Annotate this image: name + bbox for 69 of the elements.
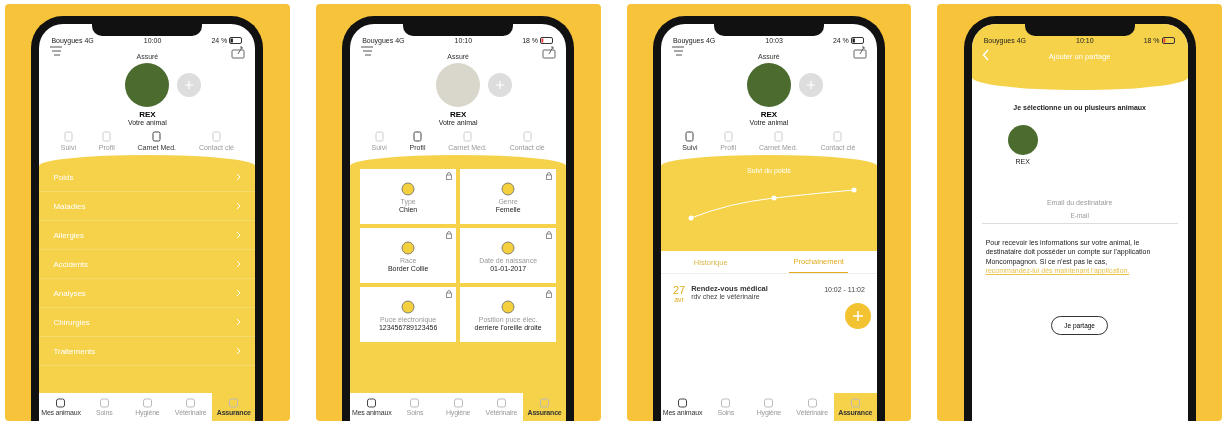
tab-icon [462, 131, 474, 142]
tab-icon [772, 131, 784, 142]
lock-icon [546, 290, 553, 298]
photo-placeholder [436, 63, 481, 107]
nav-icon [141, 398, 153, 408]
nav-icon [366, 398, 378, 408]
tab-icon [832, 131, 844, 142]
chevron-icon [236, 231, 242, 239]
lock-icon [446, 231, 453, 239]
battery-icon [540, 37, 555, 44]
tab-icon [412, 131, 423, 142]
photo-placeholder [125, 63, 170, 107]
photo-placeholder [746, 63, 791, 107]
event-day: 27 [672, 284, 686, 296]
tab-icon [62, 131, 74, 142]
chevron-icon [236, 260, 242, 268]
share-icon[interactable] [231, 46, 246, 59]
nav-icon [185, 398, 197, 408]
tab-icon [210, 131, 222, 142]
nav-icon [452, 398, 464, 408]
chevron-icon [236, 318, 242, 326]
lock-icon [446, 172, 453, 180]
add-icon[interactable] [844, 303, 871, 329]
pet-name: REX [139, 110, 156, 119]
tab-icon [101, 131, 113, 142]
nav-icon [763, 398, 775, 408]
chevron-icon [236, 173, 242, 181]
card-icon [399, 239, 418, 256]
card-icon [499, 180, 518, 197]
nav-icon [849, 398, 861, 408]
lock-icon [546, 172, 553, 180]
pet-name: REX [449, 110, 467, 119]
tab-icon [373, 131, 385, 142]
nav-icon [495, 398, 507, 408]
tab-icon [151, 131, 163, 142]
nav-icon [720, 398, 732, 408]
card-icon [399, 180, 418, 197]
card-icon [499, 298, 518, 315]
chevron-icon [236, 202, 242, 210]
battery-icon [229, 37, 244, 44]
card-icon [499, 239, 518, 256]
tab-icon [722, 131, 734, 142]
add-pet-icon[interactable] [798, 73, 823, 97]
back-icon[interactable] [981, 49, 990, 61]
nav-icon [228, 398, 240, 408]
photo-placeholder[interactable] [1007, 125, 1038, 155]
menu-icon[interactable] [49, 46, 64, 56]
nav-icon [55, 398, 67, 408]
chevron-icon [236, 289, 242, 297]
nav-icon [676, 398, 688, 408]
lock-icon [446, 290, 453, 298]
add-pet-icon[interactable] [488, 73, 513, 97]
card-icon [399, 298, 418, 315]
nav-icon [98, 398, 110, 408]
menu-icon[interactable] [360, 46, 375, 56]
share-icon[interactable] [542, 46, 557, 59]
nav-icon [539, 398, 551, 408]
menu-icon[interactable] [670, 46, 685, 56]
tab-icon [521, 131, 533, 142]
tab-icon [684, 131, 696, 142]
lock-icon [546, 231, 553, 239]
nav-icon [409, 398, 421, 408]
chevron-icon [236, 347, 242, 355]
nav-icon [806, 398, 818, 408]
battery-icon [1161, 37, 1176, 44]
battery-icon [850, 37, 865, 44]
add-pet-icon[interactable] [177, 73, 202, 97]
pet-name: REX [760, 110, 778, 119]
share-icon[interactable] [852, 46, 867, 59]
